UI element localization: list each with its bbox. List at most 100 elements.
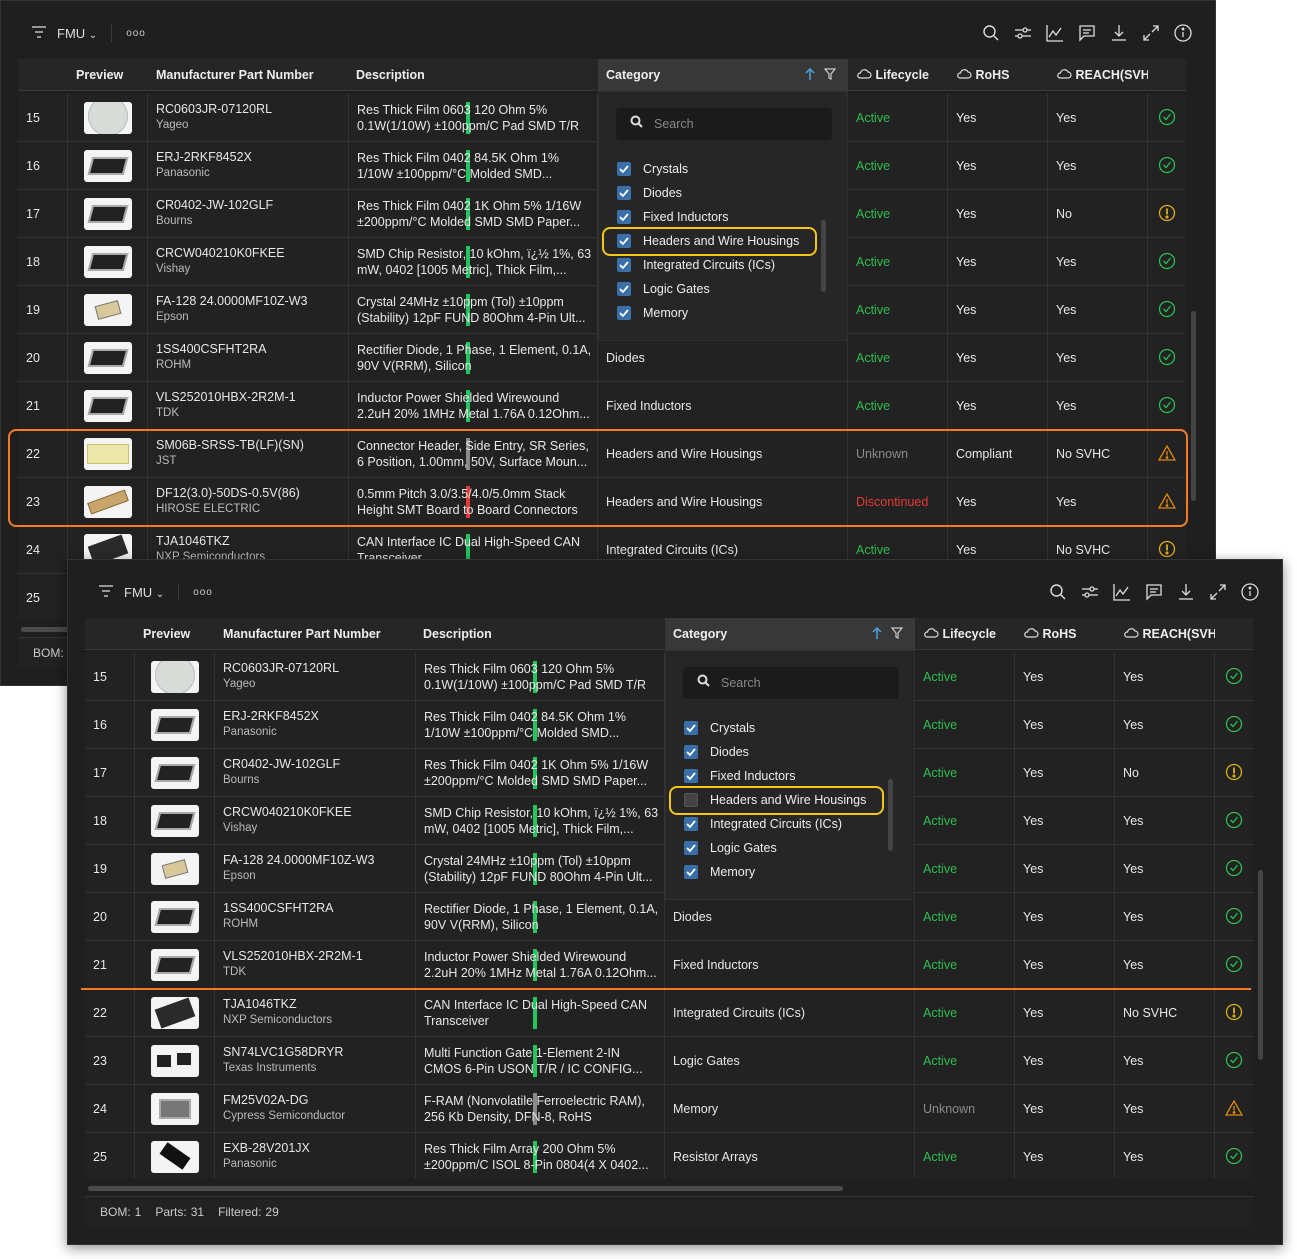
check-circle-icon[interactable] (1158, 156, 1176, 177)
table-row[interactable]: 24 FM25V02A-DG Cypress Semiconductor F-RAM … (85, 1085, 1253, 1133)
column-header-rohs[interactable]: RoHS (1023, 618, 1077, 650)
part-preview-image[interactable] (151, 709, 199, 741)
exclamation-circle-icon[interactable] (1225, 763, 1243, 784)
check-circle-icon[interactable] (1225, 907, 1243, 928)
part-number[interactable]: CR0402-JW-102GLF (223, 757, 415, 771)
part-preview-image[interactable] (151, 901, 199, 933)
exclamation-circle-icon[interactable] (1158, 540, 1176, 561)
part-preview-image[interactable] (151, 1141, 199, 1173)
part-preview-image[interactable] (151, 1045, 199, 1077)
vertical-scrollbar[interactable] (1258, 870, 1263, 1060)
filter-option[interactable]: Logic Gates (617, 278, 710, 300)
search-icon[interactable] (981, 23, 1001, 43)
checkbox[interactable] (617, 210, 631, 224)
part-number[interactable]: ERJ-2RKF8452X (223, 709, 415, 723)
exclamation-circle-icon[interactable] (1225, 1003, 1243, 1024)
part-preview-image[interactable] (84, 342, 132, 374)
comment-icon[interactable] (1077, 23, 1097, 43)
sliders-icon[interactable] (1080, 582, 1100, 602)
table-row[interactable]: 23 SN74LVC1G58DRYR Texas Instruments Multi … (85, 1037, 1253, 1085)
column-header-description[interactable]: Description (356, 59, 425, 91)
download-icon[interactable] (1176, 582, 1196, 602)
column-header-reach[interactable]: REACH(SVH (1123, 618, 1215, 650)
filter-option[interactable]: Fixed Inductors (617, 206, 728, 228)
part-number[interactable]: 1SS400CSFHT2RA (156, 342, 348, 356)
check-circle-icon[interactable] (1158, 108, 1176, 129)
funnel-icon[interactable] (823, 60, 837, 92)
part-preview-image[interactable] (84, 390, 132, 422)
part-preview-image[interactable] (151, 805, 199, 837)
part-preview-image[interactable] (151, 757, 199, 789)
part-number[interactable]: CRCW040210K0FKEE (223, 805, 415, 819)
part-number[interactable]: SN74LVC1G58DRYR (223, 1045, 415, 1059)
check-circle-icon[interactable] (1158, 252, 1176, 273)
checkbox[interactable] (684, 721, 698, 735)
filter-option[interactable]: Memory (617, 302, 688, 324)
check-circle-icon[interactable] (1158, 396, 1176, 417)
checkbox[interactable] (684, 865, 698, 879)
filter-option[interactable]: Crystals (617, 158, 688, 180)
funnel-icon[interactable] (890, 619, 904, 651)
part-preview-image[interactable] (151, 1093, 199, 1125)
column-header-description[interactable]: Description (423, 618, 492, 650)
dropdown-scrollbar[interactable] (821, 220, 826, 292)
warning-triangle-icon[interactable] (1224, 1099, 1244, 1119)
info-icon[interactable] (1240, 582, 1260, 602)
checkbox[interactable] (617, 306, 631, 320)
check-circle-icon[interactable] (1225, 859, 1243, 880)
comment-icon[interactable] (1144, 582, 1164, 602)
project-selector[interactable]: FMU ⌄ (57, 26, 97, 41)
part-number[interactable]: VLS252010HBX-2R2M-1 (156, 390, 348, 404)
part-number[interactable]: FA-128 24.0000MF10Z-W3 (156, 294, 348, 308)
part-number[interactable]: CR0402-JW-102GLF (156, 198, 348, 212)
part-preview-image[interactable] (151, 853, 199, 885)
column-header-lifecycle[interactable]: Lifecycle (923, 618, 996, 650)
part-preview-image[interactable] (84, 150, 132, 182)
checkbox[interactable] (617, 162, 631, 176)
chart-icon[interactable] (1045, 23, 1065, 43)
part-preview-image[interactable] (151, 949, 199, 981)
info-icon[interactable] (1173, 23, 1193, 43)
check-circle-icon[interactable] (1225, 955, 1243, 976)
check-circle-icon[interactable] (1225, 667, 1243, 688)
filter-search-input[interactable]: Search (683, 667, 899, 699)
part-preview-image[interactable] (84, 246, 132, 278)
table-row[interactable]: 20 1SS400CSFHT2RA ROHM Rectifier Diode, 1 P… (85, 893, 1253, 941)
column-header-rohs[interactable]: RoHS (956, 59, 1010, 91)
part-number[interactable]: CRCW040210K0FKEE (156, 246, 348, 260)
column-header-mpn[interactable]: Manufacturer Part Number (223, 618, 381, 650)
part-preview-image[interactable] (84, 102, 132, 134)
vertical-scrollbar[interactable] (1191, 311, 1196, 501)
expand-icon[interactable] (1208, 582, 1228, 602)
column-header-mpn[interactable]: Manufacturer Part Number (156, 59, 314, 91)
checkbox[interactable] (617, 282, 631, 296)
part-preview-image[interactable] (151, 997, 199, 1029)
check-circle-icon[interactable] (1225, 811, 1243, 832)
table-row[interactable]: 22 TJA1046TKZ NXP Semiconductors CAN Interf… (85, 989, 1253, 1037)
part-number[interactable]: FM25V02A-DG (223, 1093, 415, 1107)
filter-option[interactable]: Diodes (617, 182, 682, 204)
part-preview-image[interactable] (151, 661, 199, 693)
filter-option[interactable]: Integrated Circuits (ICs) (617, 254, 775, 276)
check-circle-icon[interactable] (1158, 348, 1176, 369)
column-header-lifecycle[interactable]: Lifecycle (856, 59, 929, 91)
sliders-icon[interactable] (1013, 23, 1033, 43)
check-circle-icon[interactable] (1225, 1051, 1243, 1072)
chart-icon[interactable] (1112, 582, 1132, 602)
part-number[interactable]: EXB-28V201JX (223, 1141, 415, 1155)
column-header-category[interactable]: Category (665, 618, 915, 650)
check-circle-icon[interactable] (1158, 300, 1176, 321)
column-header-reach[interactable]: REACH(SVH (1056, 59, 1148, 91)
search-icon[interactable] (1048, 582, 1068, 602)
filter-option[interactable]: Logic Gates (684, 837, 777, 859)
checkbox[interactable] (617, 258, 631, 272)
check-circle-icon[interactable] (1225, 715, 1243, 736)
filter-lines-icon[interactable] (98, 584, 114, 601)
part-number[interactable]: TJA1046TKZ (223, 997, 415, 1011)
column-header-category[interactable]: Category (598, 59, 848, 91)
checkbox[interactable] (684, 817, 698, 831)
download-icon[interactable] (1109, 23, 1129, 43)
filter-option[interactable]: Integrated Circuits (ICs) (684, 813, 842, 835)
part-number[interactable]: RC0603JR-07120RL (223, 661, 415, 675)
checkbox[interactable] (684, 841, 698, 855)
